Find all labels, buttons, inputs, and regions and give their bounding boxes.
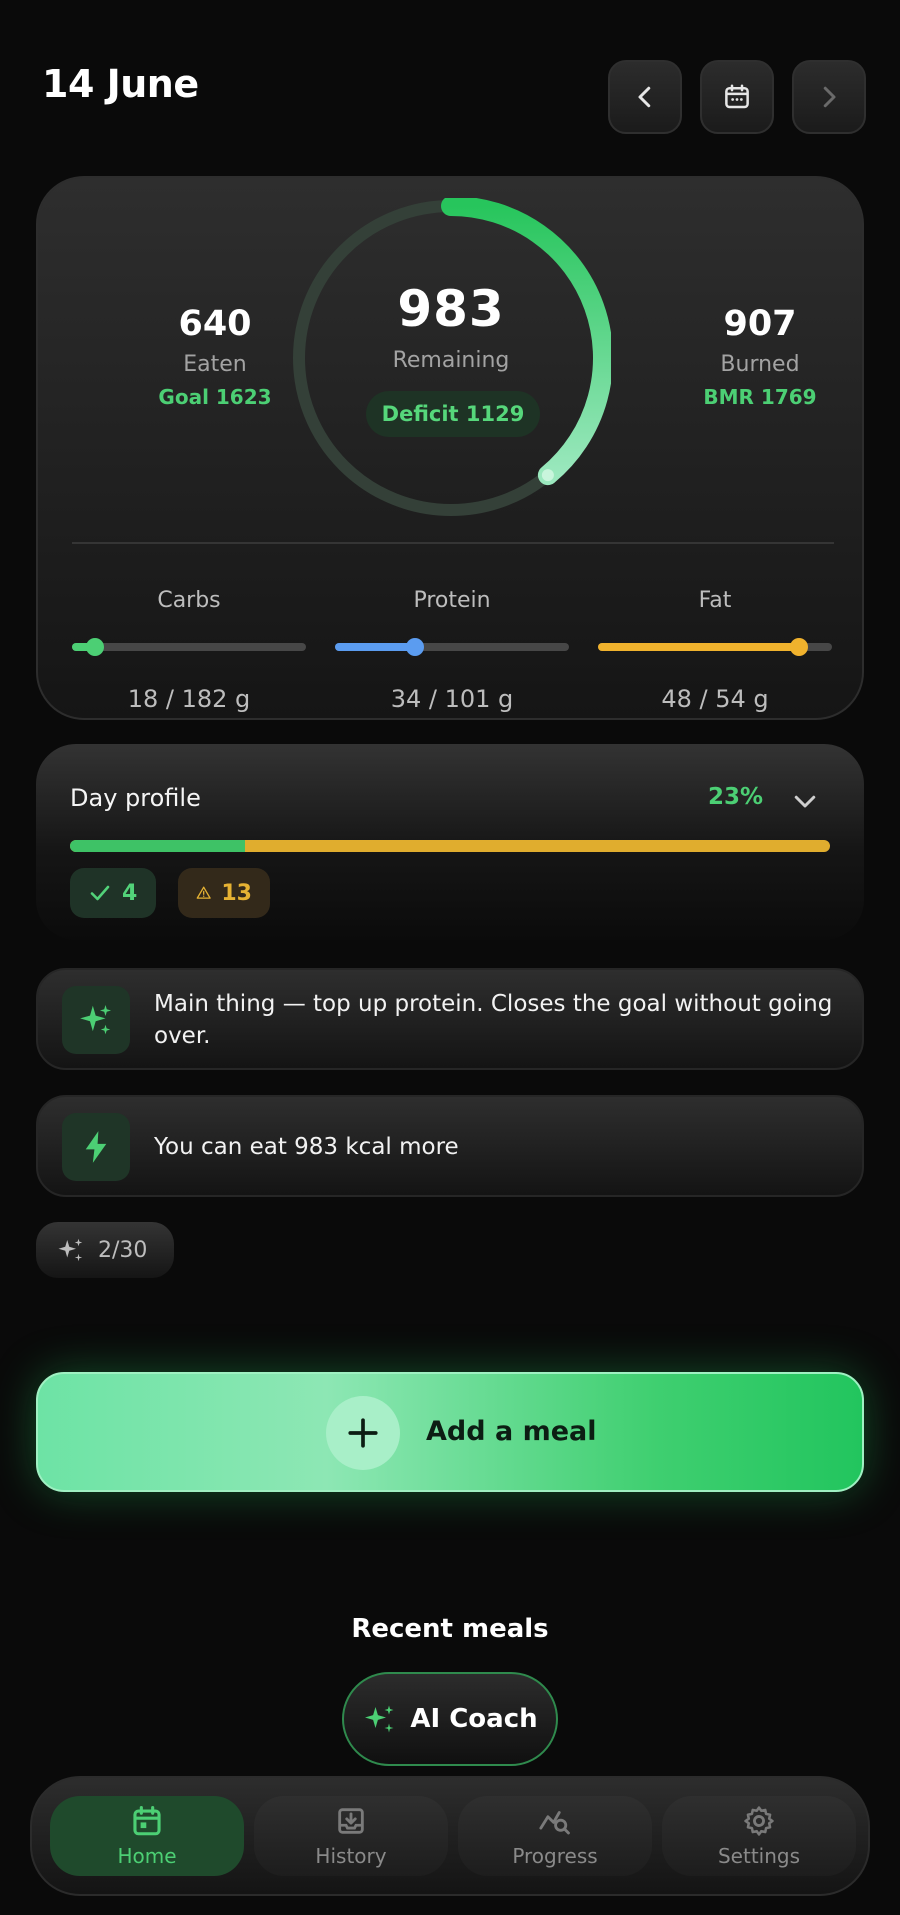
macro-carbs: Carbs 18 / 182 g xyxy=(72,588,306,713)
warning-count: 13 xyxy=(221,880,252,906)
nav-history[interactable]: History xyxy=(254,1796,448,1876)
ai-coach-button[interactable]: AI Coach xyxy=(342,1672,558,1766)
macro-progress-track xyxy=(72,638,306,656)
macro-progress-knob xyxy=(86,638,105,656)
macro-value: 18 / 182 g xyxy=(127,685,251,713)
macro-progress-fill xyxy=(598,643,800,651)
next-day-button[interactable] xyxy=(792,60,866,134)
lightning-icon xyxy=(85,1131,107,1163)
prev-day-button[interactable] xyxy=(608,60,682,134)
nav-label: Home xyxy=(117,1844,177,1868)
calendar-icon xyxy=(725,84,749,109)
macro-name: Protein xyxy=(413,588,491,613)
bmr-value: BMR 1769 xyxy=(703,385,817,409)
calendar-button[interactable] xyxy=(700,60,774,134)
add-meal-label: Add a meal xyxy=(426,1416,597,1447)
day-profile-card[interactable]: Day profile 23% 4 13 xyxy=(36,744,864,940)
warning-icon xyxy=(196,886,211,899)
sparkles-icon xyxy=(80,1004,112,1035)
day-profile-bar xyxy=(70,840,830,852)
chart-search-icon xyxy=(539,1811,570,1835)
tip-text: Main thing — top up protein. Closes the … xyxy=(154,991,833,1049)
nav-progress[interactable]: Progress xyxy=(458,1796,652,1876)
macro-progress-track xyxy=(598,638,832,656)
warning-count-chip[interactable]: 13 xyxy=(178,868,270,918)
macro-value: 34 / 101 g xyxy=(390,685,514,713)
sparkles-icon xyxy=(365,1705,394,1733)
macro-name: Carbs xyxy=(157,588,221,613)
nav-home[interactable]: Home xyxy=(50,1796,244,1876)
ok-count-chip[interactable]: 4 xyxy=(70,868,156,918)
add-meal-button[interactable]: Add a meal xyxy=(36,1372,864,1492)
chevron-down-icon[interactable] xyxy=(790,786,820,816)
tip-card-calories[interactable]: You can eat 983 kcal more xyxy=(36,1095,864,1197)
macro-progress-knob xyxy=(790,638,809,656)
plus-icon-circle xyxy=(326,1396,400,1470)
ai-coach-label: AI Coach xyxy=(410,1704,538,1734)
ok-count: 4 xyxy=(122,880,138,906)
recent-meals-title: Recent meals xyxy=(351,1614,549,1644)
macro-progress-track xyxy=(335,638,569,656)
inbox-icon xyxy=(338,1808,364,1834)
tip-icon-box xyxy=(62,1113,130,1181)
chevron-right-icon xyxy=(823,86,836,108)
macro-fat: Fat 48 / 54 g xyxy=(598,588,832,713)
macro-name: Fat xyxy=(698,588,732,613)
ai-quota-badge[interactable]: 2/30 xyxy=(36,1222,174,1278)
date-title: 14 June xyxy=(42,62,199,106)
day-profile-title: Day profile xyxy=(70,784,201,812)
gear-icon xyxy=(744,1806,774,1836)
remaining-label: Remaining xyxy=(392,348,510,373)
chevron-left-icon xyxy=(638,86,651,108)
calorie-summary-card: 640 Eaten Goal 1623 983 Remaining Defici… xyxy=(36,176,864,720)
deficit-badge: Deficit 1129 xyxy=(366,391,540,437)
tip-text: You can eat 983 kcal more xyxy=(154,1134,459,1160)
bottom-nav: Home History Progress Settings xyxy=(30,1776,870,1896)
burned-value: 907 xyxy=(723,304,797,344)
macro-progress-knob xyxy=(405,638,424,656)
tip-icon-box xyxy=(62,986,130,1054)
calendar-icon xyxy=(133,1805,161,1836)
macro-progress-fill xyxy=(335,643,415,651)
header: 14 June xyxy=(0,0,900,160)
day-profile-percent: 23% xyxy=(708,784,764,810)
check-icon xyxy=(90,885,110,901)
sparkles-icon xyxy=(58,1238,83,1262)
remaining-value: 983 xyxy=(397,280,505,338)
ai-quota-text: 2/30 xyxy=(98,1237,148,1263)
macro-value: 48 / 54 g xyxy=(661,685,769,713)
nav-label: Settings xyxy=(717,1844,801,1868)
tip-card-protein[interactable]: Main thing — top up protein. Closes the … xyxy=(36,968,864,1070)
nav-label: Progress xyxy=(512,1844,598,1868)
remaining-center: 983 Remaining Deficit 1129 xyxy=(291,198,611,518)
nav-settings[interactable]: Settings xyxy=(662,1796,856,1876)
nav-label: History xyxy=(315,1844,387,1868)
plus-icon xyxy=(348,1418,378,1448)
macro-protein: Protein 34 / 101 g xyxy=(335,588,569,713)
burned-label: Burned xyxy=(720,352,800,377)
day-profile-bar-fill xyxy=(70,840,245,852)
burned-stat: 907 Burned BMR 1769 xyxy=(650,304,870,409)
summary-divider xyxy=(72,542,834,544)
